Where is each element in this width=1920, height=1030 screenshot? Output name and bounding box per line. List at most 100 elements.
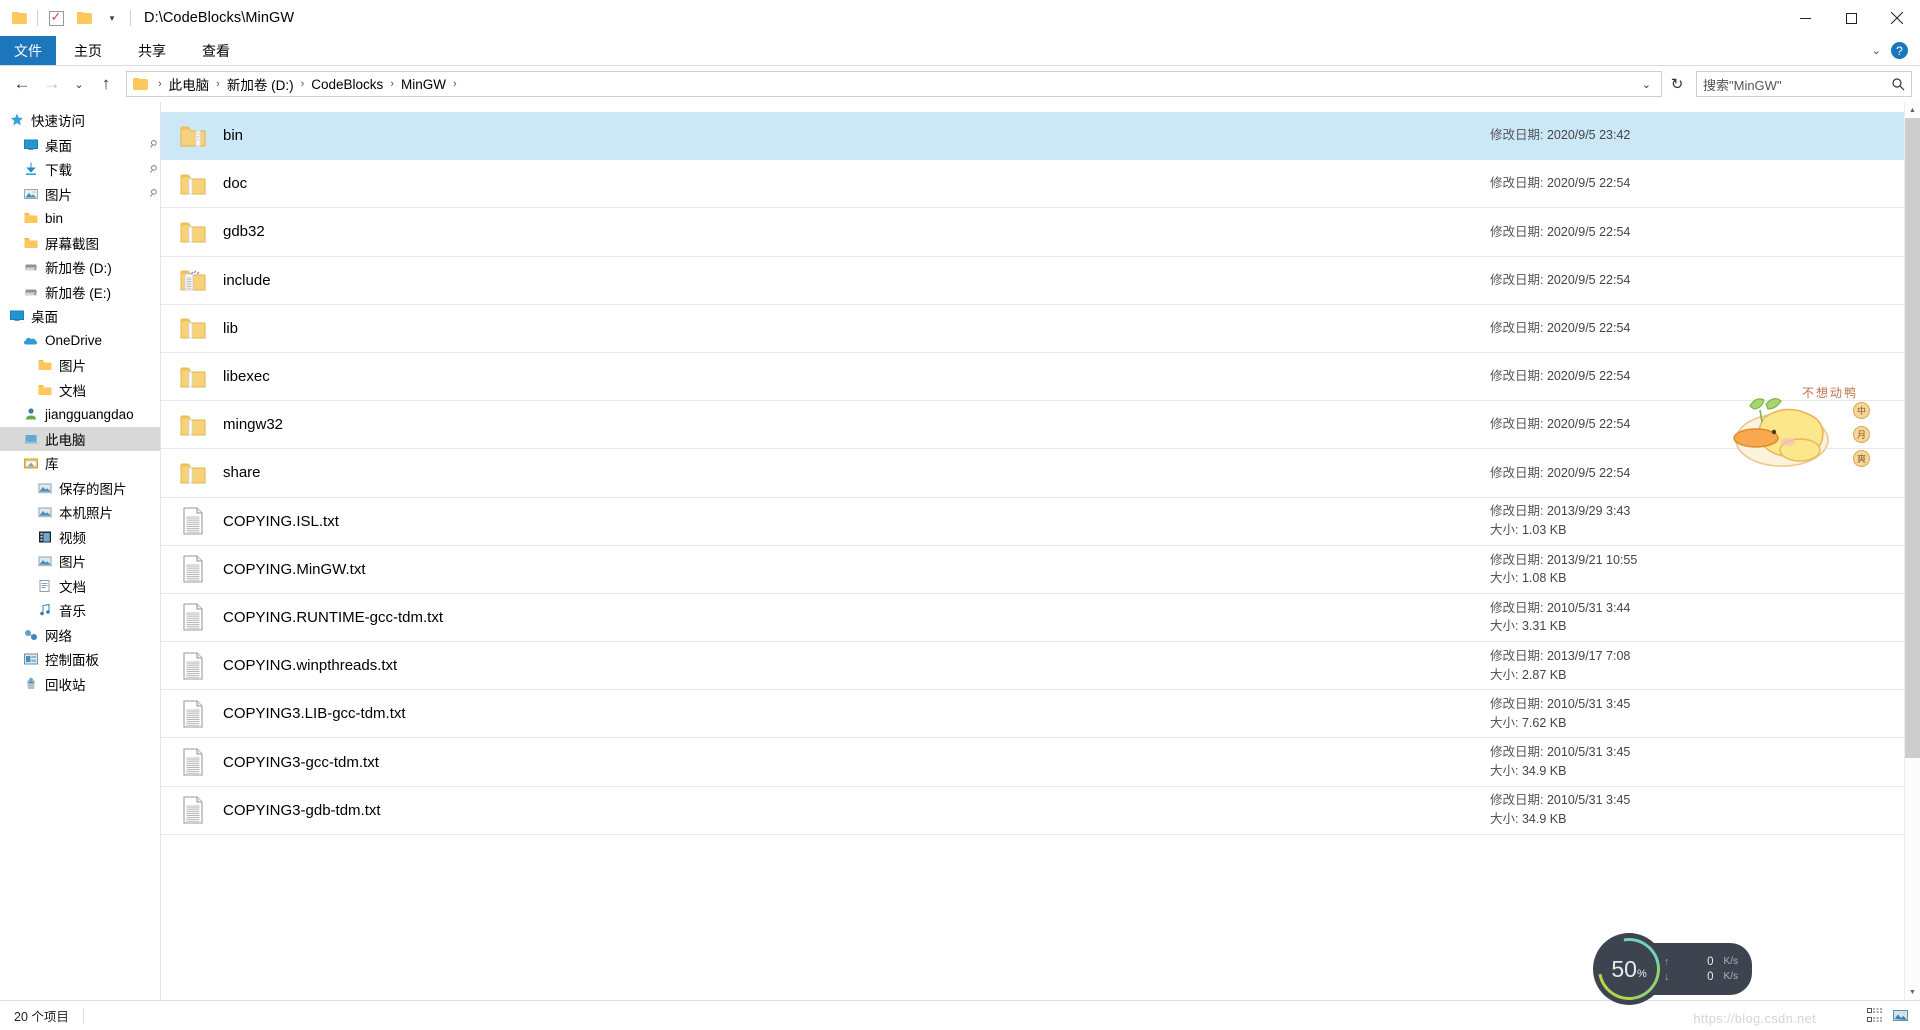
properties-icon[interactable] — [43, 5, 69, 31]
sidebar-item-文档[interactable]: 文档 — [0, 574, 160, 599]
forward-button[interactable]: → — [38, 70, 66, 98]
sidebar-item-库[interactable]: 库 — [0, 451, 160, 476]
sidebar-item-桌面[interactable]: 桌面 — [0, 304, 160, 329]
table-row[interactable]: share 修改日期: 2020/9/5 22:54 — [161, 449, 1920, 498]
sidebar-item-屏幕截图[interactable]: 屏幕截图 — [0, 231, 160, 256]
table-row[interactable]: doc 修改日期: 2020/9/5 22:54 — [161, 160, 1920, 209]
sidebar-item-OneDrive[interactable]: OneDrive — [0, 329, 160, 354]
table-row[interactable]: COPYING3-gcc-tdm.txt 修改日期: 2010/5/31 3:45… — [161, 738, 1920, 787]
table-row[interactable]: lib 修改日期: 2020/9/5 22:54 — [161, 305, 1920, 353]
sidebar-item-新加卷 (E:)[interactable]: 新加卷 (E:) — [0, 280, 160, 305]
folder-icon — [177, 457, 209, 489]
file-meta: 修改日期: 2013/9/29 3:43 大小: 1.03 KB — [1490, 502, 1920, 540]
scrollbar-thumb[interactable] — [1905, 118, 1920, 758]
tab-share[interactable]: 共享 — [120, 36, 184, 65]
breadcrumb[interactable]: › 此电脑 › 新加卷 (D:) › CodeBlocks › MinGW › … — [126, 71, 1662, 97]
search-icon[interactable] — [1892, 77, 1905, 91]
folder-icon — [177, 312, 209, 344]
sidebar-item-jiangguangdao[interactable]: jiangguangdao — [0, 402, 160, 427]
sidebar-item-图片[interactable]: 图片 — [0, 549, 160, 574]
new-folder-icon[interactable] — [71, 5, 97, 31]
sidebar-item-桌面[interactable]: 桌面 ⚲ — [0, 133, 160, 158]
search-input[interactable]: 搜索"MinGW" — [1696, 71, 1912, 97]
pin-icon[interactable]: ⚲ — [146, 187, 158, 200]
chevron-down-icon[interactable]: ▾ — [99, 5, 125, 31]
file-name: COPYING3-gcc-tdm.txt — [223, 753, 379, 771]
file-list-pane[interactable]: bin 修改日期: 2020/9/5 23:42 doc 修改日期: 2020/9/5… — [160, 102, 1920, 1000]
file-meta: 修改日期: 2020/9/5 22:54 — [1490, 223, 1920, 242]
scroll-up-arrow-icon[interactable]: ▲ — [1905, 102, 1920, 118]
table-row[interactable]: gdb32 修改日期: 2020/9/5 22:54 — [161, 208, 1920, 257]
breadcrumb-mingw[interactable]: MinGW — [398, 77, 449, 92]
vertical-scrollbar[interactable]: ▲ ▼ — [1904, 102, 1920, 1000]
sidebar-item-回收站[interactable]: 回收站 — [0, 672, 160, 697]
sidebar-item-文档[interactable]: 文档 — [0, 378, 160, 403]
sidebar-item-网络[interactable]: 网络 — [0, 623, 160, 648]
recent-locations-button[interactable]: ⌄ — [68, 70, 90, 98]
network-monitor-widget[interactable]: 50% ↑ 0 K/s ↓ 0 K/s — [1585, 925, 1752, 1013]
help-icon[interactable]: ? — [1891, 42, 1908, 59]
close-button[interactable] — [1874, 0, 1920, 36]
cpu-gauge[interactable]: 50% — [1585, 925, 1673, 1013]
download-arrow-icon: ↓ — [1664, 970, 1670, 983]
badge-1: 中 — [1853, 402, 1870, 419]
navigation-pane[interactable]: 快速访问 桌面 ⚲ 下载 ⚲ 图片 ⚲ bin 屏幕截图 新加卷 (D:) 新加卷 (E:) 桌面 On… — [0, 102, 160, 1000]
sidebar-item-本机照片[interactable]: 本机照片 — [0, 500, 160, 525]
chevron-down-icon[interactable]: ⌄ — [1872, 44, 1881, 57]
up-button[interactable]: ↑ — [92, 70, 120, 98]
item-count-label: 20 个项目 — [14, 1010, 69, 1024]
folder-icon — [177, 409, 209, 441]
breadcrumb-drive-d[interactable]: 新加卷 (D:) — [224, 74, 297, 94]
back-button[interactable]: ← — [8, 70, 36, 98]
tab-home[interactable]: 主页 — [56, 36, 120, 65]
table-row[interactable]: COPYING3-gdb-tdm.txt 修改日期: 2010/5/31 3:45… — [161, 787, 1920, 835]
sidebar-item-此电脑[interactable]: 此电脑 — [0, 426, 160, 451]
sidebar-item-label: jiangguangdao — [45, 406, 134, 422]
file-name: share — [223, 464, 261, 482]
sidebar-item-label: 保存的图片 — [59, 481, 127, 497]
table-row[interactable]: bin 修改日期: 2020/9/5 23:42 — [161, 112, 1920, 161]
large-icons-view-icon[interactable] — [1890, 1006, 1910, 1026]
sidebar-item-图片[interactable]: 图片 ⚲ — [0, 182, 160, 207]
file-date-modified: 修改日期: 2013/9/21 10:55 — [1490, 551, 1920, 570]
minimize-button[interactable] — [1782, 0, 1828, 36]
file-size: 大小: 2.87 KB — [1490, 666, 1920, 685]
tab-file[interactable]: 文件 — [0, 36, 56, 65]
pin-icon[interactable]: ⚲ — [146, 163, 158, 176]
date-label: 修改日期: — [1490, 128, 1544, 143]
table-row[interactable]: COPYING.winpthreads.txt 修改日期: 2013/9/17 7… — [161, 642, 1920, 691]
pin-icon[interactable]: ⚲ — [146, 138, 158, 151]
sidebar-item-视频[interactable]: 视频 — [0, 525, 160, 550]
sidebar-item-label: 新加卷 (D:) — [45, 261, 112, 277]
sidebar-item-图片[interactable]: 图片 — [0, 353, 160, 378]
sidebar-item-音乐[interactable]: 音乐 — [0, 598, 160, 623]
sidebar-item-下载[interactable]: 下载 ⚲ — [0, 157, 160, 182]
table-row[interactable]: libexec 修改日期: 2020/9/5 22:54 — [161, 353, 1920, 402]
table-row[interactable]: COPYING.RUNTIME-gcc-tdm.txt 修改日期: 2010/5/… — [161, 594, 1920, 643]
folder-icon — [177, 361, 209, 393]
table-row[interactable]: mingw32 修改日期: 2020/9/5 22:54 — [161, 401, 1920, 450]
sidebar-item-label: 桌面 — [45, 138, 72, 154]
refresh-icon[interactable]: ↻ — [1664, 71, 1690, 97]
table-row[interactable]: COPYING.MinGW.txt 修改日期: 2013/9/21 10:55 大小… — [161, 546, 1920, 594]
maximize-button[interactable] — [1828, 0, 1874, 36]
sidebar-item-新加卷 (D:)[interactable]: 新加卷 (D:) — [0, 255, 160, 280]
breadcrumb-this-pc[interactable]: 此电脑 — [166, 74, 213, 94]
breadcrumb-codeblocks[interactable]: CodeBlocks — [308, 77, 386, 92]
table-row[interactable]: COPYING.ISL.txt 修改日期: 2013/9/29 3:43 大小: 1… — [161, 498, 1920, 546]
window-title: D:\CodeBlocks\MinGW — [144, 10, 295, 26]
folder-icon[interactable] — [6, 5, 32, 31]
folder-icon — [177, 264, 209, 296]
sidebar-item-快速访问[interactable]: 快速访问 — [0, 108, 160, 133]
sidebar-item-bin[interactable]: bin — [0, 206, 160, 231]
tab-view[interactable]: 查看 — [184, 36, 248, 65]
scroll-down-arrow-icon[interactable]: ▼ — [1905, 984, 1920, 1000]
table-row[interactable]: COPYING3.LIB-gcc-tdm.txt 修改日期: 2010/5/31 … — [161, 690, 1920, 739]
date-value: 2020/9/5 22:54 — [1543, 417, 1631, 432]
table-row[interactable]: include 修改日期: 2020/9/5 22:54 — [161, 257, 1920, 305]
chevron-down-icon[interactable]: ⌄ — [1636, 78, 1657, 91]
sidebar-item-控制面板[interactable]: 控制面板 — [0, 647, 160, 672]
details-view-icon[interactable] — [1864, 1006, 1884, 1026]
ribbon-tabs: 文件 主页 共享 查看 ⌄ ? — [0, 36, 1920, 66]
sidebar-item-保存的图片[interactable]: 保存的图片 — [0, 476, 160, 501]
